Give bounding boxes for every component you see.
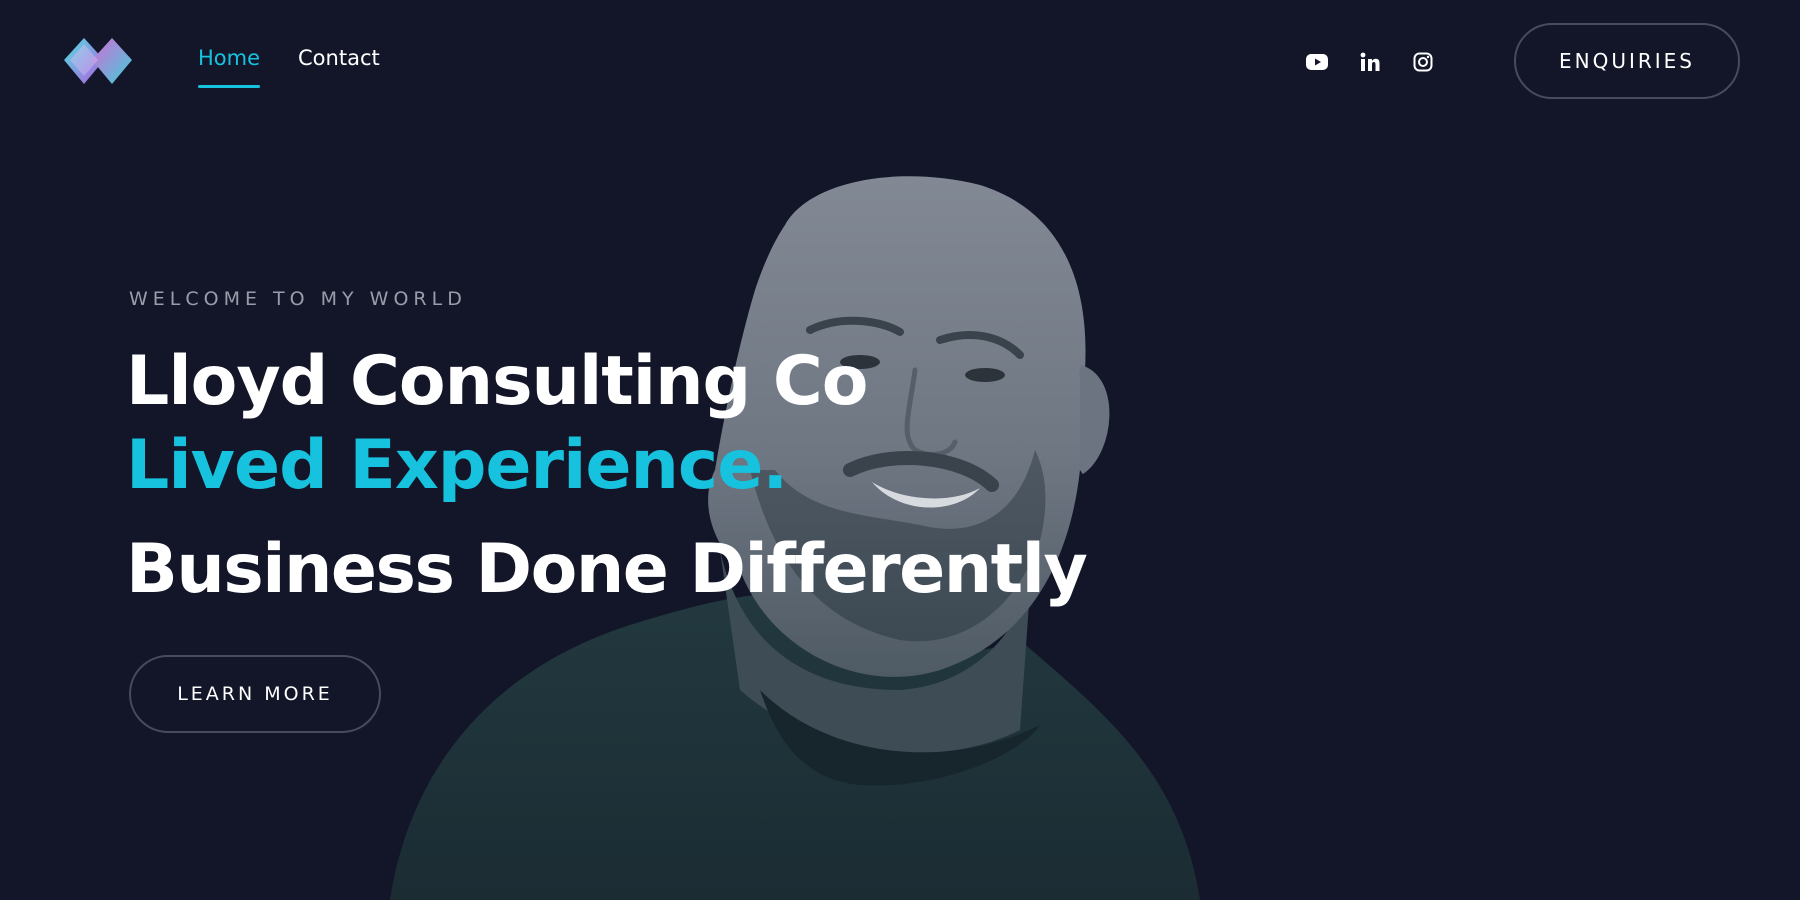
hero-subtitle: Business Done Differently [126, 530, 1088, 609]
youtube-icon[interactable] [1305, 50, 1328, 73]
learn-more-button[interactable]: LEARN MORE [129, 655, 381, 733]
linkedin-icon[interactable] [1358, 50, 1381, 73]
diamond-logo-icon[interactable] [62, 34, 136, 90]
hero-title: Lloyd Consulting Co [126, 342, 868, 421]
main-nav: Home Contact [198, 46, 380, 88]
social-links [1305, 50, 1434, 73]
hero-eyebrow: WELCOME TO MY WORLD [129, 288, 467, 310]
page: Home Contact ENQUIRIES WELCOME TO MY WOR… [0, 0, 1800, 900]
site-header: Home Contact ENQUIRIES [0, 0, 1800, 124]
instagram-icon[interactable] [1411, 50, 1434, 73]
enquiries-button[interactable]: ENQUIRIES [1514, 23, 1740, 99]
nav-contact-link[interactable]: Contact [298, 46, 380, 88]
nav-home-link[interactable]: Home [198, 46, 261, 88]
hero-highlight: Lived Experience. [126, 426, 788, 505]
